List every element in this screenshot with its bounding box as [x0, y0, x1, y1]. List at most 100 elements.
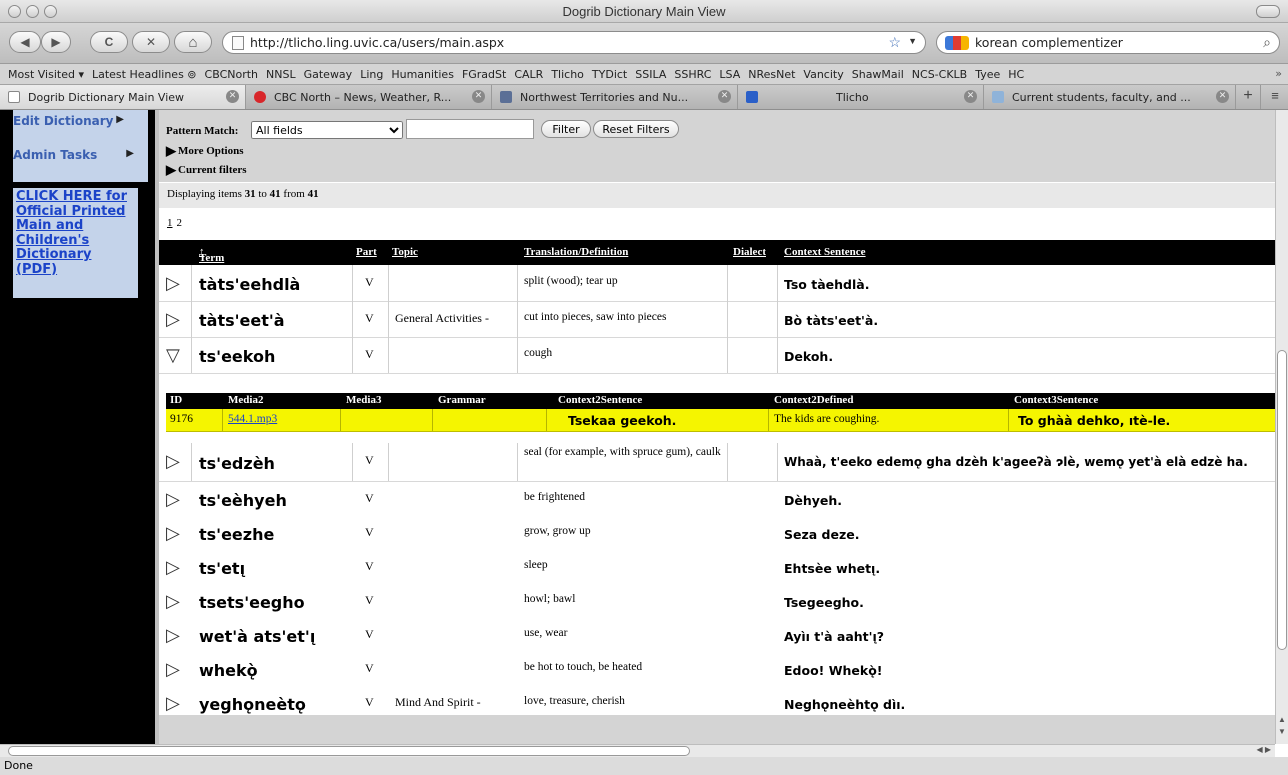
context-cell: Bò tàts'eet'à.	[784, 313, 879, 328]
table-row[interactable]: ▷ tàts'eet'à V General Activities - cut …	[159, 301, 1275, 338]
bookmark-item[interactable]: ShawMail	[852, 68, 904, 81]
tab-tlicho[interactable]: Tlicho ✕	[738, 85, 984, 109]
expand-row-icon[interactable]: ▷	[166, 273, 180, 294]
column-topic[interactable]: Topic	[392, 246, 418, 258]
bookmark-item[interactable]: CALR	[514, 68, 543, 81]
expand-row-icon[interactable]: ▷	[166, 693, 180, 714]
vertical-scrollbar[interactable]: ▲ ▼	[1275, 110, 1288, 744]
close-tab-icon[interactable]: ✕	[1216, 90, 1229, 103]
close-tab-icon[interactable]: ✕	[718, 90, 731, 103]
cell-divider	[432, 409, 433, 431]
url-dropdown-icon[interactable]: ▼	[908, 36, 917, 46]
sidebar-item-label: Edit Dictionary	[13, 114, 114, 128]
toolbar-toggle-button[interactable]	[1256, 5, 1280, 18]
bookmark-item[interactable]: NResNet	[748, 68, 795, 81]
bookmarks-overflow-icon[interactable]: »	[1275, 67, 1282, 80]
table-row[interactable]: ▷ ts'etı̨ V sleep Ehtsèe whetı̨.	[159, 549, 1275, 585]
close-tab-icon[interactable]: ✕	[964, 90, 977, 103]
new-tab-button[interactable]: +	[1236, 85, 1261, 109]
search-input[interactable]: korean complementizer	[975, 35, 1123, 50]
scroll-up-icon[interactable]: ▲	[1278, 715, 1286, 724]
bookmark-star-icon[interactable]: ☆	[888, 34, 901, 51]
sidebar-item-edit-dictionary[interactable]: Edit Dictionary ▶	[13, 114, 138, 134]
pdf-dictionary-link[interactable]: CLICK HERE for Official Printed Main and…	[13, 188, 138, 298]
bookmark-item[interactable]: Vancity	[803, 68, 843, 81]
pattern-match-select[interactable]: All fields	[251, 121, 403, 139]
page-link[interactable]: 1	[167, 217, 173, 229]
column-part[interactable]: Part	[356, 246, 377, 258]
close-tab-icon[interactable]: ✕	[226, 90, 239, 103]
tab-northwest-territories[interactable]: Northwest Territories and Nu... ✕	[492, 85, 738, 109]
horizontal-scrollbar[interactable]: ◀ ▶	[0, 744, 1275, 757]
detail-col-context2defined: Context2Defined	[774, 394, 854, 406]
table-row[interactable]: ▷ tàts'eehdlà V split (wood); tear up Ts…	[159, 265, 1275, 302]
bookmark-item[interactable]: Tlicho	[551, 68, 584, 81]
bookmark-item[interactable]: Ling	[360, 68, 383, 81]
bookmark-item[interactable]: LSA	[719, 68, 740, 81]
url-bar[interactable]: http://tlicho.ling.uvic.ca/users/main.as…	[222, 31, 926, 54]
close-tab-icon[interactable]: ✕	[472, 90, 485, 103]
bookmark-item[interactable]: Humanities	[391, 68, 454, 81]
bookmark-item[interactable]: FGradSt	[462, 68, 506, 81]
tab-dogrib-dictionary[interactable]: Dogrib Dictionary Main View ✕	[0, 85, 246, 109]
tab-cbc-north[interactable]: CBC North – News, Weather, R... ✕	[246, 85, 492, 109]
bookmark-item[interactable]: Gateway	[304, 68, 353, 81]
expand-row-icon[interactable]: ▷	[166, 659, 180, 680]
reload-button[interactable]: C	[90, 31, 128, 53]
part-cell: V	[365, 453, 374, 467]
bookmark-item[interactable]: Most Visited ▾	[8, 68, 84, 81]
table-row[interactable]: ▷ ts'eezhe V grow, grow up Seza deze.	[159, 515, 1275, 551]
reset-filters-button[interactable]: Reset Filters	[593, 120, 679, 138]
url-text[interactable]: http://tlicho.ling.uvic.ca/users/main.as…	[250, 35, 504, 50]
table-row[interactable]: ▷ whekǫ̀ V be hot to touch, be heated Ed…	[159, 651, 1275, 687]
bookmark-item[interactable]: NCS-CKLB	[912, 68, 967, 81]
search-engine-icon[interactable]	[945, 35, 969, 50]
bookmark-item[interactable]: SSHRC	[674, 68, 711, 81]
home-button[interactable]: ⌂	[174, 31, 212, 53]
table-row[interactable]: ▷ ts'edzèh V seal (for example, with spr…	[159, 443, 1275, 482]
bookmark-item[interactable]: TYDict	[592, 68, 627, 81]
media2-link[interactable]: 544.1.mp3	[228, 413, 277, 425]
bookmark-item[interactable]: SSILA	[635, 68, 666, 81]
expand-row-icon[interactable]: ▷	[166, 523, 180, 544]
back-button[interactable]: ◀	[9, 31, 41, 53]
expand-row-icon[interactable]: ▷	[166, 451, 180, 472]
vertical-scroll-thumb[interactable]	[1277, 350, 1287, 650]
scroll-left-right-icon[interactable]: ◀ ▶	[1256, 745, 1271, 754]
current-filters-toggle[interactable]: ▶ Current filters	[166, 162, 247, 178]
filter-text-input[interactable]	[406, 119, 534, 139]
expand-row-icon[interactable]: ▷	[166, 489, 180, 510]
page-link[interactable]: 2	[177, 217, 183, 229]
bookmark-item[interactable]: Latest Headlines ⊚	[92, 68, 197, 81]
expand-row-icon[interactable]: ▷	[166, 557, 180, 578]
search-icon[interactable]: ⌕	[1263, 34, 1271, 51]
table-row[interactable]: ▷ wet'à ats'et'ı̨ V use, wear Ayìı t'à a…	[159, 617, 1275, 653]
forward-button[interactable]: ▶	[41, 31, 71, 53]
filter-button[interactable]: Filter	[541, 120, 591, 138]
bookmark-item[interactable]: NNSL	[266, 68, 296, 81]
expand-row-icon[interactable]: ▷	[166, 625, 180, 646]
table-row[interactable]: ▷ tsets'eegho V howl; bawl Tsegeegho.	[159, 583, 1275, 619]
collapse-row-icon[interactable]: ▽	[166, 345, 180, 366]
search-bar[interactable]: korean complementizer ⌕	[936, 31, 1280, 54]
scroll-down-icon[interactable]: ▼	[1278, 727, 1286, 736]
bookmark-item[interactable]: Tyee	[975, 68, 1000, 81]
tab-current-students[interactable]: Current students, faculty, and ... ✕	[984, 85, 1236, 109]
tab-list-icon[interactable]: ≡	[1262, 85, 1288, 109]
table-row-expanded[interactable]: ▽ ts'eekoh V cough Dekoh.	[159, 337, 1275, 374]
table-row[interactable]: ▷ ts'eèhyeh V be frightened Dèhyeh.	[159, 481, 1275, 517]
horizontal-scroll-thumb[interactable]	[8, 746, 690, 756]
sidebar-item-admin-tasks[interactable]: Admin Tasks ▶	[13, 148, 138, 168]
column-translation[interactable]: Translation/Definition	[524, 246, 628, 258]
more-options-toggle[interactable]: ▶ More Options	[166, 143, 244, 159]
column-dialect[interactable]: Dialect	[733, 246, 766, 258]
bookmark-item[interactable]: HC	[1008, 68, 1024, 81]
term-cell: wet'à ats'et'ı̨	[199, 627, 316, 646]
bookmark-item[interactable]: CBCNorth	[205, 68, 258, 81]
column-context[interactable]: Context Sentence	[784, 246, 866, 258]
expand-row-icon[interactable]: ▷	[166, 309, 180, 330]
column-term[interactable]: Term ↑	[199, 246, 224, 264]
expand-row-icon[interactable]: ▷	[166, 591, 180, 612]
stop-button[interactable]: ✕	[132, 31, 170, 53]
cbc-icon	[254, 91, 266, 103]
